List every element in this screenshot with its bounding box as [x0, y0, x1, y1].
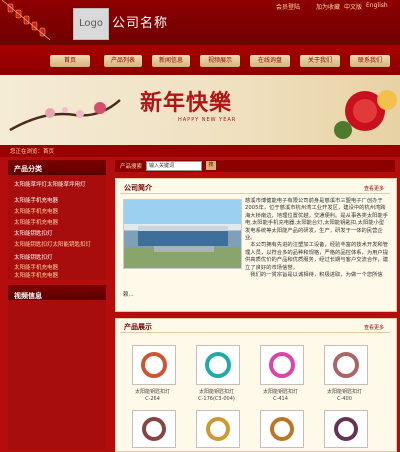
category-subitem[interactable]: 太阳能手机充电器 — [14, 209, 104, 216]
product-code: C-176(C3-004) — [198, 396, 235, 402]
banner-title: 新年快樂 — [140, 90, 233, 116]
banner-subtitle: HAPPY NEW YEAR — [178, 117, 237, 123]
about-title: 公司简介 — [124, 184, 152, 192]
category-item[interactable]: 太阳能草坪灯太阳能草坪用灯 — [14, 182, 104, 189]
product-image[interactable] — [260, 345, 304, 385]
add-favorite-link[interactable]: 加为收藏 — [316, 2, 340, 11]
products-more-link[interactable]: 查看更多 — [364, 324, 384, 331]
company-photo — [123, 199, 242, 269]
breadcrumb: 您正在浏览：首页 — [10, 149, 55, 155]
category-item[interactable]: 太阳能钥匙扣灯 — [14, 231, 104, 238]
nav-video[interactable]: 视频展示 — [200, 55, 240, 67]
product-image[interactable] — [260, 410, 304, 448]
nav-products[interactable]: 产品列表 — [104, 55, 142, 67]
product-code: C-414 — [273, 396, 288, 402]
category-subitem[interactable]: 太阳能钥匙扣灯太阳能钥匙扣灯 — [14, 242, 104, 249]
product-code: C-264 — [145, 396, 160, 402]
product-name[interactable]: 太阳能钥匙扣灯 — [189, 388, 244, 395]
category-subitem[interactable]: 太阳能手机充电器 — [14, 220, 104, 227]
product-image[interactable] — [324, 410, 368, 448]
english-version-link[interactable]: English — [366, 2, 388, 9]
nav-inquiry[interactable]: 在线询盘 — [250, 55, 290, 67]
products-title: 产品展示 — [124, 323, 152, 331]
nav-home[interactable]: 首页 — [50, 55, 90, 67]
product-name[interactable]: 太阳能钥匙扣灯 — [253, 388, 308, 395]
category-item[interactable]: 太阳能钥匙扣灯 — [14, 255, 104, 262]
category-subitem[interactable]: 太阳能手机充电器 — [14, 265, 104, 272]
product-name[interactable]: 太阳能钥匙扣灯 — [317, 388, 372, 395]
about-text-tail: 赖... — [123, 292, 134, 298]
peony-flower-icon — [334, 90, 397, 139]
logo[interactable]: Logo — [73, 8, 109, 40]
category-title: 产品分类 — [14, 165, 42, 173]
factory-building-icon — [138, 226, 228, 252]
search-button[interactable]: 搜 — [206, 161, 216, 170]
product-name[interactable]: 太阳能钥匙扣灯 — [125, 388, 180, 395]
product-image[interactable] — [324, 345, 368, 385]
category-subitem[interactable]: 太阳能手机充电器 — [14, 273, 104, 280]
nav-news[interactable]: 新闻信息 — [152, 55, 190, 67]
plum-blossom-icon — [9, 99, 121, 132]
product-image[interactable] — [196, 410, 240, 448]
breadcrumb-bar — [0, 145, 400, 157]
search-label: 产品搜索 — [120, 164, 143, 170]
product-code: C-400 — [337, 396, 352, 402]
about-text: 慈溪市博健能电子有限公司前身是慈溪市三盟电子厂创办于2005年，位于慈溪市杭州湾… — [245, 198, 389, 279]
firecracker-decoration-icon — [1, 0, 51, 41]
nav-contact[interactable]: 联系我们 — [350, 55, 390, 67]
search-input[interactable]: 输入关键词 — [146, 161, 202, 171]
member-login-link[interactable]: 会员登陆 — [276, 2, 300, 11]
chinese-version-link[interactable]: 中文版 — [344, 2, 362, 11]
about-more-link[interactable]: 查看更多 — [364, 185, 384, 192]
category-item[interactable]: 太阳能手机充电器 — [14, 198, 104, 205]
product-image[interactable] — [132, 345, 176, 385]
divider — [120, 332, 390, 333]
nav-about[interactable]: 关于我们 — [300, 55, 340, 67]
product-image[interactable] — [196, 345, 240, 385]
product-image[interactable] — [132, 410, 176, 448]
divider — [120, 193, 390, 194]
video-box — [8, 300, 106, 450]
company-name: 公司名称 — [112, 16, 169, 31]
